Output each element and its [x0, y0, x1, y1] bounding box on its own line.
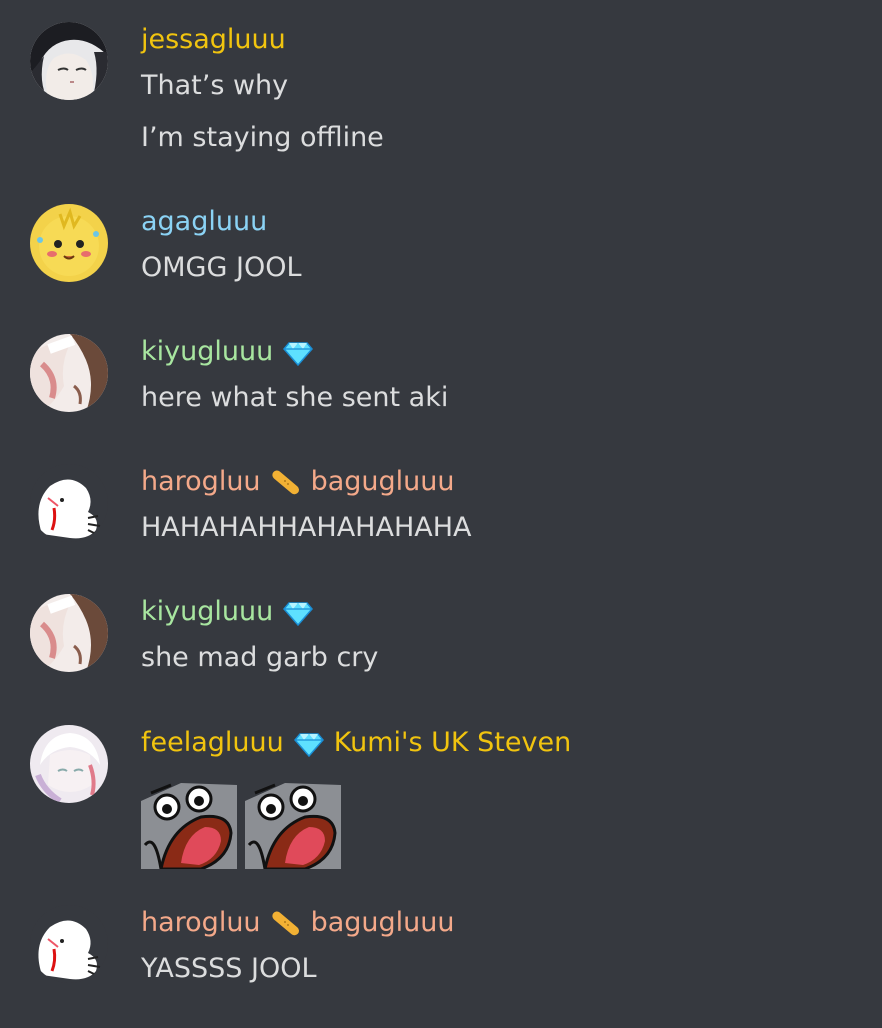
message-text: I’m staying offline [141, 122, 384, 153]
screaming-bird-emote[interactable] [141, 773, 237, 869]
author-name[interactable]: jessagluuu [141, 22, 286, 58]
white-blob-avatar[interactable] [30, 464, 108, 542]
anime-boy-avatar[interactable] [30, 22, 108, 100]
chat-message-list: jessagluuu That’s why I’m staying offlin… [0, 0, 882, 1028]
message-text: she mad garb cry [141, 642, 379, 673]
message-text: OMGG JOOL [141, 252, 302, 283]
secondary-name[interactable]: Kumi's UK Steven [334, 725, 571, 761]
message-text: That’s why [141, 70, 289, 101]
yellow-chick-avatar[interactable] [30, 204, 108, 282]
emote-row [141, 773, 341, 869]
author-name[interactable]: kiyugluuu [141, 594, 273, 630]
anime-girl-avatar[interactable] [30, 594, 108, 672]
author-name[interactable]: harogluu [141, 464, 261, 500]
author-name[interactable]: agagluuu [141, 204, 267, 240]
author-name[interactable]: feelagluuu [141, 725, 284, 761]
author-name[interactable]: harogluu [141, 905, 261, 941]
white-blob-avatar[interactable] [30, 905, 108, 983]
diamond-icon [293, 728, 324, 758]
message-text: HAHAHAHHAHAHAHAHA [141, 512, 472, 543]
author-name[interactable]: kiyugluuu [141, 334, 273, 370]
diamond-icon [283, 597, 314, 627]
bandage-icon [271, 467, 301, 497]
anime-girl-avatar[interactable] [30, 334, 108, 412]
secondary-name[interactable]: bagugluuu [311, 464, 455, 500]
secondary-name[interactable]: bagugluuu [311, 905, 455, 941]
white-hair-avatar[interactable] [30, 725, 108, 803]
bandage-icon [271, 908, 301, 938]
diamond-icon [283, 337, 314, 367]
message-text: here what she sent aki [141, 382, 449, 413]
message-text: YASSSS JOOL [141, 953, 317, 984]
screaming-bird-emote[interactable] [245, 773, 341, 869]
